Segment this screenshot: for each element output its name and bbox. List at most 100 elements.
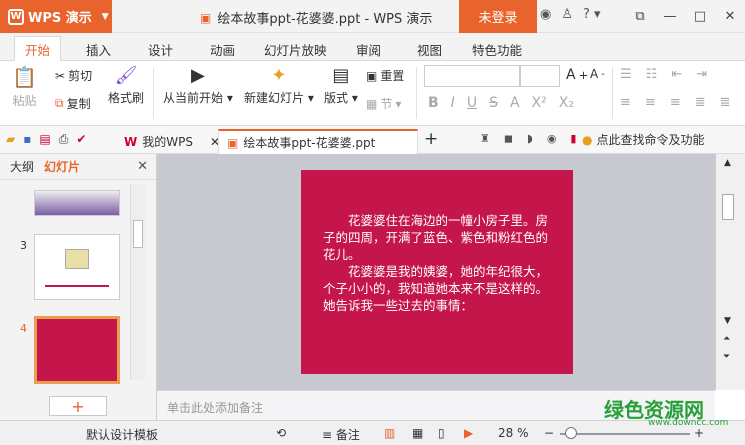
zoom-slider-knob[interactable]	[565, 427, 577, 439]
help-button[interactable]: ? ▾	[583, 7, 601, 22]
tab-features[interactable]: 特色功能	[472, 37, 522, 62]
superscript-button[interactable]: X²	[532, 95, 547, 111]
tool-icon-5[interactable]: ▮	[570, 132, 576, 145]
scroll-thumb[interactable]	[133, 220, 143, 248]
tab-slides[interactable]: 幻灯片	[44, 158, 80, 175]
paste-button[interactable]: 📋 粘贴	[12, 65, 37, 109]
pane-scrollbar[interactable]	[130, 184, 145, 380]
notes-toggle-label: 备注	[335, 428, 360, 442]
tool-icon-1[interactable]: ♜	[480, 132, 490, 145]
slideshow-view-icon[interactable]: ▶	[464, 426, 473, 440]
grow-font-button[interactable]: A +	[566, 67, 588, 83]
new-slide-button[interactable]: ✦ 新建幻灯片 ▾	[244, 65, 314, 106]
justify-icon[interactable]: ≣	[695, 95, 706, 110]
new-tab-button[interactable]: +	[424, 129, 438, 149]
numbered-list-icon[interactable]: ☷	[646, 67, 658, 82]
layout-button[interactable]: ▤ 版式 ▾	[324, 65, 358, 106]
slide-thumbnail-4-selected[interactable]	[34, 316, 120, 384]
brush-icon: 🖌	[114, 65, 138, 86]
align-right-icon[interactable]: ≡	[670, 95, 681, 110]
next-slide-icon[interactable]: ⏷	[723, 352, 730, 362]
font-size-select[interactable]	[520, 65, 560, 87]
save-icon[interactable]: ▪	[23, 132, 31, 147]
more-tools-icon[interactable]: ✔	[76, 132, 86, 147]
close-pane-icon[interactable]: ✕	[137, 159, 148, 174]
bold-button[interactable]: B	[428, 95, 439, 111]
shrink-font-button[interactable]: A-	[590, 67, 605, 81]
tool-icon-3[interactable]: ◗	[527, 132, 533, 145]
zoom-in-button[interactable]: +	[694, 426, 704, 440]
slide-thumbnail-3[interactable]	[34, 234, 120, 300]
scroll-up-icon[interactable]: ▲	[724, 158, 731, 168]
editor-scrollbar[interactable]: ▲ ▼ ⏶ ⏷	[715, 154, 745, 390]
thumbnail-image	[65, 249, 89, 269]
new-slide-label: 新建幻灯片 ▾	[244, 91, 314, 105]
normal-view-icon[interactable]: ▥	[384, 426, 395, 440]
close-button[interactable]: ✕	[715, 0, 745, 33]
tab-review[interactable]: 审阅	[356, 37, 381, 62]
tab-insert[interactable]: 插入	[86, 37, 111, 62]
subscript-button[interactable]: X₂	[559, 95, 574, 111]
watermark-url: www.downcc.com	[648, 418, 729, 428]
distribute-icon[interactable]: ≣	[720, 95, 731, 110]
reset-button[interactable]: ▣ 重置	[366, 67, 404, 84]
restore-ribbon-icon[interactable]: ⧉	[625, 0, 655, 33]
new-slide-text: 新建幻灯片	[244, 91, 305, 105]
slide-paragraph-1[interactable]: 花婆婆住在海边的一幢小房子里。房子的四周，开满了蓝色、紫色和粉红色的花儿。	[323, 212, 553, 263]
export-pdf-icon[interactable]: ▤	[39, 132, 50, 147]
notes-toggle-button[interactable]: ≡ 备注	[322, 426, 360, 443]
tab-home[interactable]: 开始	[14, 36, 62, 61]
copy-button[interactable]: ⧉ 复制	[55, 95, 91, 112]
decrease-indent-icon[interactable]: ⇤	[671, 67, 682, 82]
history-icon[interactable]: ⟲	[276, 426, 286, 440]
scroll-down-icon[interactable]: ▼	[724, 316, 731, 326]
minimize-button[interactable]: —	[655, 0, 685, 33]
list-buttons: ☰ ☷ ⇤ ⇥	[620, 67, 707, 82]
increase-indent-icon[interactable]: ⇥	[696, 67, 707, 82]
section-label: 节	[380, 97, 393, 111]
zoom-slider[interactable]	[560, 433, 690, 435]
tool-icon-4[interactable]: ◉	[547, 132, 557, 145]
tab-design[interactable]: 设计	[148, 37, 173, 62]
maximize-button[interactable]: □	[685, 0, 715, 33]
play-from-current-button[interactable]: ▶ 从当前开始 ▾	[163, 65, 233, 106]
italic-button[interactable]: I	[451, 95, 455, 111]
align-left-icon[interactable]: ≡	[620, 95, 631, 110]
login-button[interactable]: 未登录	[459, 0, 537, 33]
document-tab-bar: ▰ ▪ ▤ ⎙ ✔ W 我的WPS ✕ ▣ 绘本故事ppt-花婆婆.ppt + …	[0, 126, 745, 154]
tab-slideshow[interactable]: 幻灯片放映	[264, 37, 327, 62]
strikethrough-button[interactable]: S	[489, 95, 498, 111]
slide-canvas[interactable]: 花婆婆住在海边的一幢小房子里。房子的四周，开满了蓝色、紫色和粉红色的花儿。 花婆…	[301, 170, 573, 374]
cut-button[interactable]: ✂ 剪切	[55, 67, 92, 84]
tab-my-wps[interactable]: W 我的WPS ✕	[116, 129, 228, 154]
align-center-icon[interactable]: ≡	[645, 95, 656, 110]
format-painter-button[interactable]: 🖌 格式刷	[108, 65, 144, 106]
tab-view[interactable]: 视图	[417, 37, 442, 62]
zoom-out-button[interactable]: −	[544, 426, 554, 440]
sorter-view-icon[interactable]: ▦	[412, 426, 423, 440]
command-search[interactable]: ● 点此查找命令及功能	[582, 131, 705, 148]
slide-paragraph-2[interactable]: 花婆婆是我的姨婆，她的年纪很大，个子小小的，我知道她本来不是这样的。她告诉我一些…	[323, 263, 553, 314]
open-folder-icon[interactable]: ▰	[6, 132, 15, 147]
shirt-icon[interactable]: ♙	[561, 7, 573, 22]
app-menu-button[interactable]: W WPS 演示 ▼	[0, 0, 112, 33]
skin-icon[interactable]: ◉	[540, 7, 551, 22]
add-slide-button[interactable]: +	[49, 396, 107, 416]
tool-icon-2[interactable]: ◼	[504, 132, 513, 145]
section-button[interactable]: ▦ 节 ▾	[366, 95, 401, 112]
font-name-select[interactable]	[424, 65, 520, 87]
prev-slide-icon[interactable]: ⏶	[723, 334, 730, 344]
tab-animation[interactable]: 动画	[210, 37, 235, 62]
slide-thumbnail-2[interactable]	[34, 190, 120, 216]
print-icon[interactable]: ⎙	[59, 132, 69, 147]
slide-number: 4	[20, 322, 27, 335]
tab-document[interactable]: ▣ 绘本故事ppt-花婆婆.ppt	[218, 129, 418, 154]
font-color-button[interactable]: A	[510, 95, 520, 111]
reading-view-icon[interactable]: ▯	[438, 426, 445, 440]
cut-label: 剪切	[68, 69, 93, 83]
bullet-list-icon[interactable]: ☰	[620, 67, 632, 82]
underline-button[interactable]: U	[467, 95, 477, 111]
scroll-thumb[interactable]	[722, 194, 734, 220]
tab-outline[interactable]: 大纲	[10, 158, 34, 175]
align-buttons: ≡ ≡ ≡ ≣ ≣	[620, 95, 731, 110]
